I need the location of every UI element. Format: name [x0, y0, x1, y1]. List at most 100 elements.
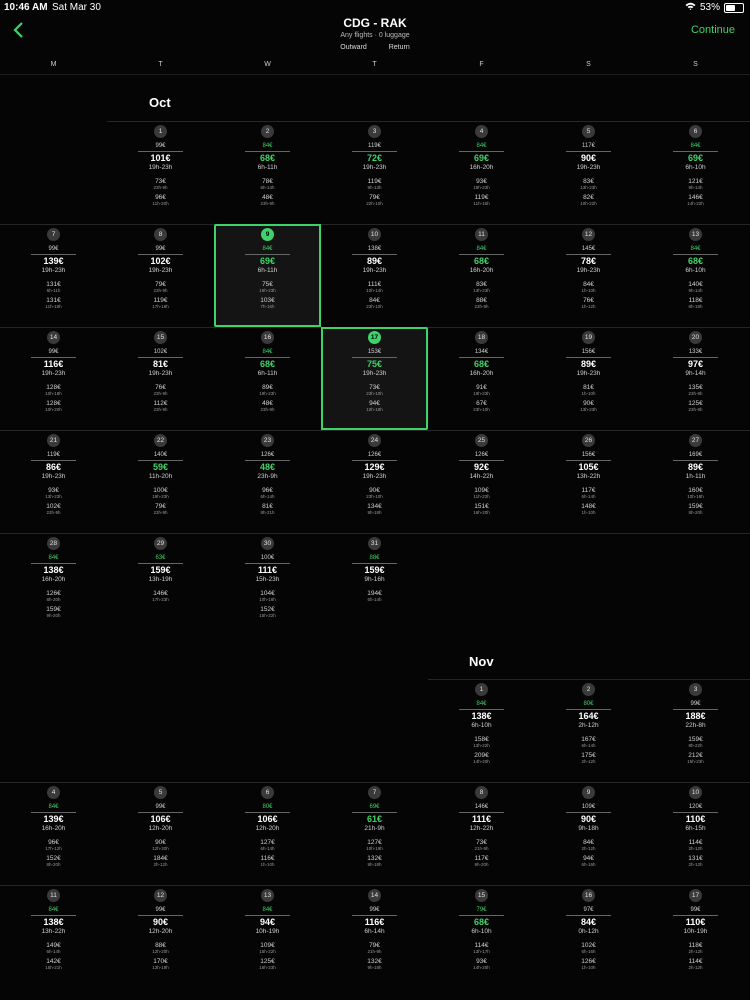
day-cell[interactable]: 8 99€ 102€ 19h-23h 79€ 23h-9h 119€ 17h-18h — [107, 224, 214, 327]
day-cell[interactable]: 15 102€ 81€ 19h-23h 76€ 23h-9h 112€ 23h-9h — [107, 327, 214, 430]
day-cell[interactable]: 4 84€ 139€ 16h-20h 96€ 17h-12h 152€ 8h-20h — [0, 782, 107, 885]
outward-price: 84€ — [262, 143, 273, 149]
outward-price: 79€ — [476, 907, 487, 913]
day-cell[interactable]: 28 84€ 138€ 16h-20h 126€ 8h-20h 159€ 9h-20h — [0, 533, 107, 636]
price-divider — [459, 357, 504, 358]
price-divider — [673, 460, 718, 461]
day-cell[interactable]: 29 63€ 159€ 13h-19h 146€ 17h-23h — [107, 533, 214, 636]
alt-time: 18h-23h — [473, 185, 490, 190]
day-cell[interactable]: 24 126€ 129€ 19h-23h 90€ 23h-10h 134€ 9h-18h — [321, 430, 428, 533]
outward-price: 102€ — [153, 349, 168, 355]
alt-time-2: 2h-12h — [153, 862, 168, 867]
day-cell[interactable]: 5 117€ 90€ 19h-23h 83€ 13h-23h 82€ 10h-22h — [535, 121, 642, 224]
day-cell[interactable]: 16 84€ 68€ 6h-11h 89€ 19h-23h 48€ 23h-9h — [214, 327, 321, 430]
day-cell[interactable]: 17 153€ 75€ 19h-23h 73€ 23h-10h 94€ 10h-18h — [321, 327, 428, 430]
price-divider — [566, 812, 611, 813]
day-cell[interactable]: 10 138€ 89€ 19h-23h 111€ 10h-14h 84€ 23h-10h — [321, 224, 428, 327]
alt-price: 88€ — [155, 942, 166, 949]
day-number: 4 — [475, 125, 488, 138]
day-cell[interactable]: 6 80€ 106€ 12h-20h 127€ 6h-14h 116€ 1h-10h — [214, 782, 321, 885]
day-cell[interactable]: 16 97€ 84€ 0h-12h 102€ 6h-16h 126€ 1h-10h — [535, 885, 642, 988]
battery-icon — [724, 2, 744, 13]
day-cell[interactable]: 26 156€ 105€ 13h-22h 117€ 6h-14h 148€ 1h-10h — [535, 430, 642, 533]
alt-time: 17h-23h — [152, 597, 169, 602]
alt-time: 2h-12h — [688, 846, 703, 851]
alt-price: 194€ — [367, 590, 382, 597]
alt-time-2: 7h-16h — [260, 304, 275, 309]
day-cell[interactable]: 27 169€ 89€ 1h-11h 160€ 10h-18h 159€ 8h-20h — [642, 430, 749, 533]
day-number: 17 — [368, 331, 381, 344]
day-cell[interactable]: 25 126€ 92€ 14h-22h 109€ 11h-23h 151€ 16h-20h — [428, 430, 535, 533]
day-cell[interactable]: 22 140€ 59€ 11h-20h 100€ 19h-23h 79€ 23h-9h — [107, 430, 214, 533]
day-cell[interactable]: 19 156€ 89€ 19h-23h 81€ 1h-10h 90€ 13h-23h — [535, 327, 642, 430]
day-cell[interactable]: 13 84€ 94€ 10h-19h 109€ 15h-22h 125€ 16h-23h — [214, 885, 321, 988]
day-cell[interactable]: 3 119€ 72€ 19h-23h 119€ 9h-13h 79€ 22h-10h — [321, 121, 428, 224]
tab-outward[interactable]: Outward — [340, 44, 366, 51]
day-cell[interactable]: 18 134€ 68€ 16h-20h 91€ 19h-23h 67€ 23h-10h — [428, 327, 535, 430]
direction-tabs: Outward Return — [0, 44, 750, 51]
day-cell[interactable]: 1 99€ 101€ 19h-23h 73€ 23h-9h 96€ 11h-20h — [107, 121, 214, 224]
day-cell[interactable]: 21 119€ 86€ 19h-23h 93€ 13h-23h 102€ 23h-9h — [0, 430, 107, 533]
alt-time: 6h-14h — [581, 494, 596, 499]
day-cell[interactable]: 7 99€ 139€ 19h-23h 131€ 5h-11h 131€ 11h-18h — [0, 224, 107, 327]
day-cell[interactable]: 9 109€ 90€ 9h-18h 84€ 2h-12h 94€ 6h-16h — [535, 782, 642, 885]
alt-price: 90€ — [155, 839, 166, 846]
day-number: 1 — [154, 125, 167, 138]
price-divider — [138, 254, 183, 255]
price-divider — [352, 915, 397, 916]
day-cell[interactable]: 20 133€ 97€ 9h-14h 135€ 23h-9h 125€ 23h-9h — [642, 327, 749, 430]
best-time: 16h-20h — [469, 370, 494, 377]
day-cell[interactable]: 23 126€ 48€ 23h-9h 96€ 6h-14h 81€ 8h-21h — [214, 430, 321, 533]
day-cell[interactable]: 17 99€ 110€ 10h-19h 118€ 2h-12h 114€ 2h-12h — [642, 885, 749, 988]
day-cell[interactable]: 2 84€ 68€ 6h-11h 78€ 6h-14h 48€ 23h-9h — [214, 121, 321, 224]
day-cell[interactable]: 2 80€ 164€ 2h-12h 167€ 6h-14h 175€ 2h-12h — [535, 679, 642, 782]
outward-price: 156€ — [581, 452, 596, 458]
best-price: 89€ — [366, 256, 383, 266]
day-cell[interactable]: 12 145€ 78€ 19h-23h 84€ 1h-10h 76€ 1h-12h — [535, 224, 642, 327]
day-cell[interactable]: 8 146€ 111€ 12h-22h 73€ 21h-9h 117€ 9h-20h — [428, 782, 535, 885]
alt-time-2: 1h-10h — [581, 965, 596, 970]
price-divider — [31, 460, 76, 461]
alt-price-2: 131€ — [46, 297, 61, 304]
outward-price: 99€ — [48, 349, 59, 355]
status-right: 53% — [685, 2, 744, 13]
price-divider — [31, 563, 76, 564]
outward-price: 97€ — [583, 907, 594, 913]
alt-time: 19h-23h — [473, 391, 490, 396]
day-cell[interactable]: 15 79€ 68€ 6h-10h 114€ 13h-17h 93€ 14h-20h — [428, 885, 535, 988]
best-time: 9h-18h — [578, 825, 599, 832]
outward-price: 84€ — [476, 701, 487, 707]
alt-time-2: 23h-10h — [366, 304, 383, 309]
day-cell[interactable]: 14 99€ 116€ 6h-14h 79€ 21h-9h 132€ 9h-18h — [321, 885, 428, 988]
outward-price: 84€ — [262, 907, 273, 913]
day-number: 5 — [154, 786, 167, 799]
day-cell[interactable]: 9 84€ 69€ 6h-11h 75€ 19h-23h 103€ 7h-16h — [214, 224, 321, 327]
day-cell[interactable]: 3 99€ 188€ 22h-8h 159€ 8h-22h 212€ 15h-23h — [642, 679, 749, 782]
day-cell[interactable]: 4 84€ 69€ 16h-20h 93€ 18h-23h 119€ 11h-16h — [428, 121, 535, 224]
tab-return[interactable]: Return — [389, 44, 410, 51]
alt-time-2: 9h-18h — [367, 862, 382, 867]
day-cell[interactable]: 7 69€ 61€ 21h-9h 127€ 10h-19h 132€ 9h-18h — [321, 782, 428, 885]
alt-time: 23h-10h — [366, 391, 383, 396]
continue-button[interactable]: Continue — [691, 24, 735, 36]
day-cell[interactable]: 14 99€ 116€ 19h-23h 128€ 10h-18h 128€ 10h-20h — [0, 327, 107, 430]
outward-price: 84€ — [48, 555, 59, 561]
alt-price: 83€ — [583, 178, 594, 185]
alt-price-2: 132€ — [367, 958, 382, 965]
day-cell[interactable]: 10 120€ 110€ 6h-15h 114€ 2h-12h 131€ 2h-12h — [642, 782, 749, 885]
alt-price-2: 102€ — [46, 503, 61, 510]
day-cell[interactable]: 30 100€ 111€ 15h-23h 104€ 10h-18h 152€ 15h-22h — [214, 533, 321, 636]
alt-time: 6h-14h — [46, 949, 61, 954]
best-price: 69€ — [473, 153, 490, 163]
day-cell[interactable]: 12 99€ 90€ 12h-20h 88€ 12h-20h 170€ 13h-19h — [107, 885, 214, 988]
day-cell[interactable]: 11 84€ 138€ 13h-22h 149€ 6h-14h 142€ 15h-21h — [0, 885, 107, 988]
day-cell[interactable]: 11 84€ 68€ 16h-20h 83€ 13h-23h 88€ 23h-9h — [428, 224, 535, 327]
alt-time-2: 2h-12h — [581, 759, 596, 764]
day-cell[interactable]: 13 84€ 68€ 6h-10h 140€ 9h-14h 118€ 8h-18h — [642, 224, 749, 327]
alt-time: 19h-23h — [259, 288, 276, 293]
day-cell[interactable]: 1 84€ 138€ 6h-10h 158€ 13h-22h 209€ 14h-20h — [428, 679, 535, 782]
day-cell[interactable]: 5 99€ 106€ 12h-20h 90€ 12h-20h 184€ 2h-12h — [107, 782, 214, 885]
day-cell[interactable]: 6 84€ 69€ 6h-10h 121€ 9h-14h 146€ 14h-22h — [642, 121, 749, 224]
day-cell[interactable]: 31 88€ 159€ 9h-16h 194€ 6h-14h — [321, 533, 428, 636]
best-price: 105€ — [578, 462, 599, 472]
